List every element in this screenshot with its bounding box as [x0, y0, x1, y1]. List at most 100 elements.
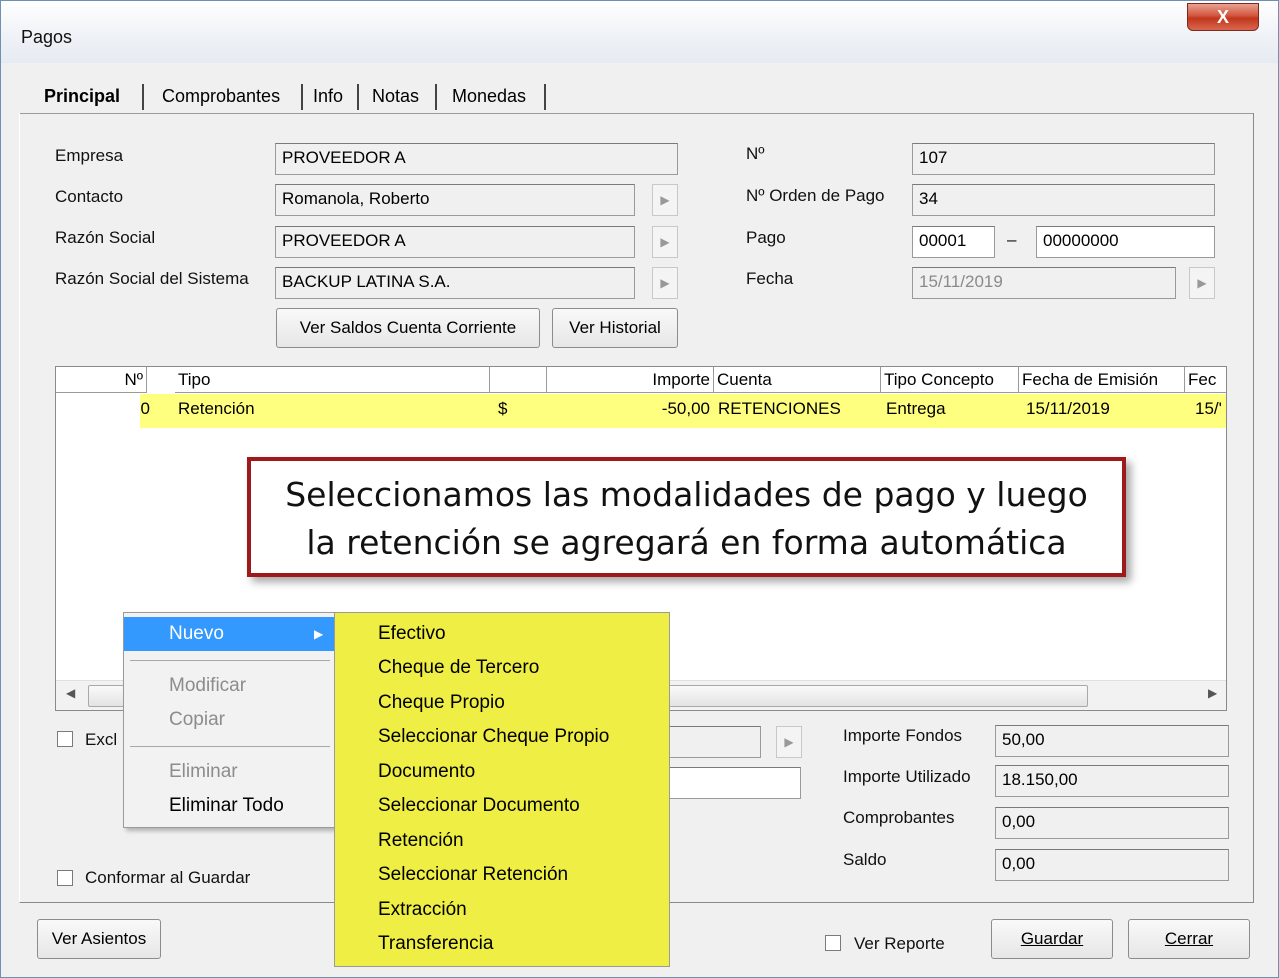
- menu-item-nuevo-label: Nuevo: [169, 623, 224, 644]
- table-row[interactable]: 0 Retención $ -50,00 RETENCIONES Entrega…: [140, 394, 1226, 428]
- scroll-right-icon[interactable]: ▶: [1208, 686, 1217, 700]
- importe-utilizado-label: Importe Utilizado: [843, 767, 971, 786]
- grid-header-fecha-trunc[interactable]: Fec: [1185, 367, 1226, 393]
- cell-tipo-concepto: Entrega: [886, 399, 946, 418]
- saldo-label: Saldo: [843, 850, 887, 869]
- pago-number-field[interactable]: 00000000: [1036, 226, 1215, 258]
- grid-header-tipo[interactable]: Tipo: [175, 367, 490, 393]
- cell-tipo: Retención: [178, 399, 255, 418]
- empresa-field[interactable]: PROVEEDOR A: [275, 143, 678, 175]
- menu-separator: [130, 746, 330, 747]
- arrow-right-icon: ▶: [1197, 276, 1207, 290]
- razon-social-sistema-label: Razón Social del Sistema: [55, 269, 249, 288]
- nuevo-submenu: Efectivo Cheque de Tercero Cheque Propio…: [334, 612, 670, 967]
- grid-header-importe[interactable]: Importe: [547, 367, 714, 393]
- window-title: Pagos: [21, 27, 73, 47]
- pagos-window: Pagos X Principal Comprobantes Info Nota…: [0, 0, 1279, 978]
- cell-fecha-emision: 15/11/2019: [1026, 399, 1110, 418]
- tab-comprobantes[interactable]: Comprobantes: [152, 81, 290, 113]
- comprobantes-field[interactable]: 0,00: [995, 807, 1229, 839]
- ver-saldos-button[interactable]: Ver Saldos Cuenta Corriente: [276, 308, 540, 348]
- tab-divider: [544, 84, 546, 110]
- tab-divider: [435, 84, 437, 110]
- menu-item-copiar[interactable]: Copiar: [124, 703, 334, 737]
- tab-monedas[interactable]: Monedas: [442, 81, 536, 113]
- contacto-field[interactable]: Romanola, Roberto: [275, 184, 635, 216]
- menu-item-modificar[interactable]: Modificar: [124, 669, 334, 703]
- grid-header-tipo-concepto[interactable]: Tipo Concepto: [881, 367, 1019, 393]
- submenu-item-cheque-tercero[interactable]: Cheque de Tercero: [335, 651, 669, 685]
- saldo-field[interactable]: 0,00: [995, 849, 1229, 881]
- cell-moneda: $: [498, 399, 508, 418]
- cell-fecha-trunc: 15/': [1195, 399, 1222, 418]
- pago-label: Pago: [746, 228, 786, 247]
- annotation-callout: Seleccionamos las modalidades de pago y …: [247, 457, 1126, 577]
- context-menu: Nuevo ▶ Modificar Copiar Eliminar Elimin…: [123, 612, 335, 828]
- tab-notas[interactable]: Notas: [362, 81, 429, 113]
- pago-prefix-field[interactable]: 00001: [912, 226, 995, 258]
- tab-divider: [357, 84, 359, 110]
- razon-social-sistema-lookup-button[interactable]: ▶: [652, 267, 678, 299]
- menu-item-eliminar-todo[interactable]: Eliminar Todo: [124, 789, 334, 823]
- razon-social-lookup-button[interactable]: ▶: [652, 226, 678, 258]
- submenu-item-documento[interactable]: Documento: [335, 755, 669, 789]
- ver-reporte-checkbox[interactable]: [825, 935, 841, 951]
- submenu-item-seleccionar-cheque-propio[interactable]: Seleccionar Cheque Propio: [335, 720, 669, 754]
- submenu-arrow-icon: ▶: [314, 627, 324, 641]
- contacto-lookup-button[interactable]: ▶: [652, 184, 678, 216]
- menu-item-eliminar[interactable]: Eliminar: [124, 755, 334, 789]
- submenu-item-efectivo[interactable]: Efectivo: [335, 617, 669, 651]
- submenu-item-seleccionar-documento[interactable]: Seleccionar Documento: [335, 789, 669, 823]
- excl-checkbox[interactable]: [57, 731, 73, 747]
- grid-header-fecha-emision[interactable]: Fecha de Emisión: [1019, 367, 1185, 393]
- importe-fondos-field[interactable]: 50,00: [995, 725, 1229, 757]
- guardar-button[interactable]: Guardar: [991, 919, 1113, 959]
- cerrar-button[interactable]: Cerrar: [1128, 919, 1250, 959]
- empresa-label: Empresa: [55, 146, 124, 165]
- submenu-item-seleccionar-retencion[interactable]: Seleccionar Retención: [335, 858, 669, 892]
- scroll-left-icon[interactable]: ◀: [66, 686, 75, 700]
- cell-numero: 0: [140, 399, 150, 418]
- cell-importe: -50,00: [661, 399, 710, 418]
- razon-social-field[interactable]: PROVEEDOR A: [275, 226, 635, 258]
- callout-line-1: Seleccionamos las modalidades de pago y …: [285, 475, 1088, 514]
- callout-line-2: la retención se agregará en forma automá…: [306, 523, 1067, 562]
- orden-pago-field[interactable]: 34: [912, 184, 1215, 216]
- grid-header-cuenta[interactable]: Cuenta: [714, 367, 881, 393]
- fecha-label: Fecha: [746, 269, 794, 288]
- razon-social-sistema-field[interactable]: BACKUP LATINA S.A.: [275, 267, 635, 299]
- submenu-item-transferencia[interactable]: Transferencia: [335, 927, 669, 961]
- ver-reporte-label: Ver Reporte: [854, 934, 945, 953]
- importe-utilizado-field[interactable]: 18.150,00: [995, 765, 1229, 797]
- submenu-item-cheque-propio[interactable]: Cheque Propio: [335, 686, 669, 720]
- fecha-field[interactable]: 15/11/2019: [912, 267, 1176, 299]
- ver-asientos-button[interactable]: Ver Asientos: [37, 919, 161, 959]
- numero-field[interactable]: 107: [912, 143, 1215, 175]
- contacto-label: Contacto: [55, 187, 124, 206]
- lower-lookup-field[interactable]: [669, 726, 761, 758]
- pago-dash: –: [1007, 230, 1017, 249]
- tab-principal[interactable]: Principal: [34, 81, 130, 113]
- lower-text-field[interactable]: [669, 767, 801, 799]
- ver-historial-button[interactable]: Ver Historial: [552, 308, 678, 348]
- menu-item-nuevo[interactable]: Nuevo ▶: [124, 617, 334, 651]
- cell-cuenta: RETENCIONES: [718, 399, 841, 418]
- title-bar: Pagos X: [1, 1, 1278, 63]
- tab-info[interactable]: Info: [303, 81, 353, 113]
- grid-header-moneda[interactable]: [490, 367, 547, 393]
- comprobantes-label: Comprobantes: [843, 808, 955, 827]
- conformar-label: Conformar al Guardar: [85, 868, 251, 887]
- menu-separator: [130, 660, 330, 661]
- submenu-item-retencion[interactable]: Retención: [335, 824, 669, 858]
- arrow-right-icon: ▶: [660, 193, 670, 207]
- lower-lookup-button[interactable]: ▶: [776, 726, 802, 758]
- arrow-right-icon: ▶: [660, 276, 670, 290]
- close-button[interactable]: X: [1187, 3, 1259, 31]
- arrow-right-icon: ▶: [784, 735, 794, 749]
- fecha-picker-button[interactable]: ▶: [1189, 267, 1215, 299]
- submenu-item-extraccion[interactable]: Extracción: [335, 893, 669, 927]
- grid-header-numero[interactable]: Nº: [56, 367, 147, 393]
- tab-divider: [142, 84, 144, 110]
- orden-pago-label: Nº Orden de Pago: [746, 186, 885, 205]
- conformar-checkbox[interactable]: [57, 870, 73, 886]
